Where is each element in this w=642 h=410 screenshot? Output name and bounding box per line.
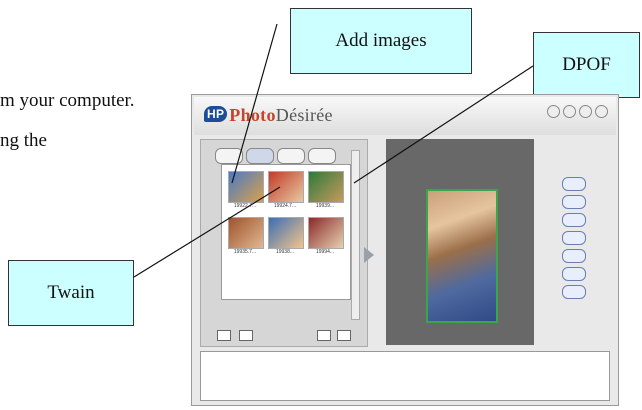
pointer-add-images (231, 23, 278, 184)
pointer-twain (133, 186, 281, 278)
pointer-dpof (353, 65, 534, 184)
callout-pointer-lines (133, 23, 534, 278)
